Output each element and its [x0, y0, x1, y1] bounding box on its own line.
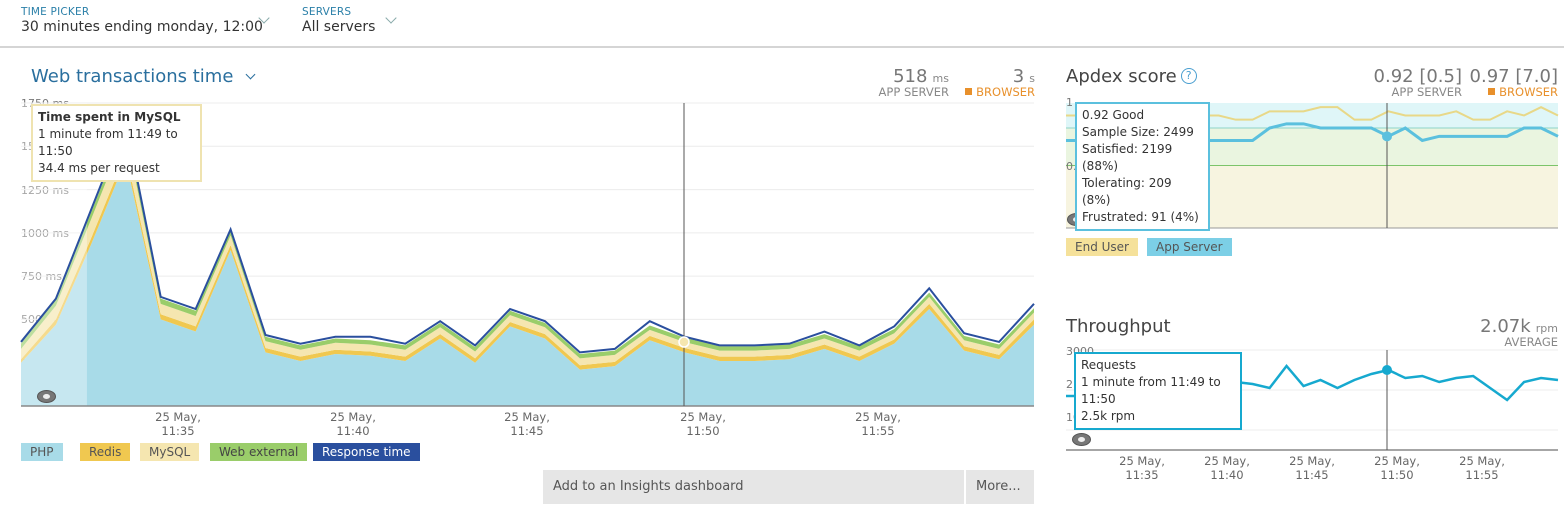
x-axis-label: 25 May,: [1204, 454, 1250, 468]
x-axis-label: 11:40: [1210, 468, 1244, 482]
x-axis-label: 11:45: [1295, 468, 1329, 482]
x-axis-label: 11:35: [1125, 468, 1159, 482]
x-axis-label: 25 May,: [1119, 454, 1165, 468]
eye-icon[interactable]: [1072, 433, 1091, 446]
x-axis-label: 25 May,: [1459, 454, 1505, 468]
tooltip-title: Requests: [1081, 358, 1136, 372]
x-axis-label: 25 May,: [1374, 454, 1420, 468]
throughput-y-label: 2: [1066, 378, 1073, 391]
x-axis-label: 11:50: [1380, 468, 1414, 482]
x-axis-label: 11:55: [1465, 468, 1499, 482]
tooltip-line: 1 minute from 11:49 to 11:50: [1081, 375, 1221, 406]
hover-point: [1382, 365, 1392, 375]
tooltip-line: 2.5k rpm: [1081, 409, 1136, 423]
throughput-chart[interactable]: [0, 0, 1564, 508]
throughput-tooltip: Requests 1 minute from 11:49 to 11:50 2.…: [1074, 352, 1242, 430]
x-axis-label: 25 May,: [1289, 454, 1335, 468]
